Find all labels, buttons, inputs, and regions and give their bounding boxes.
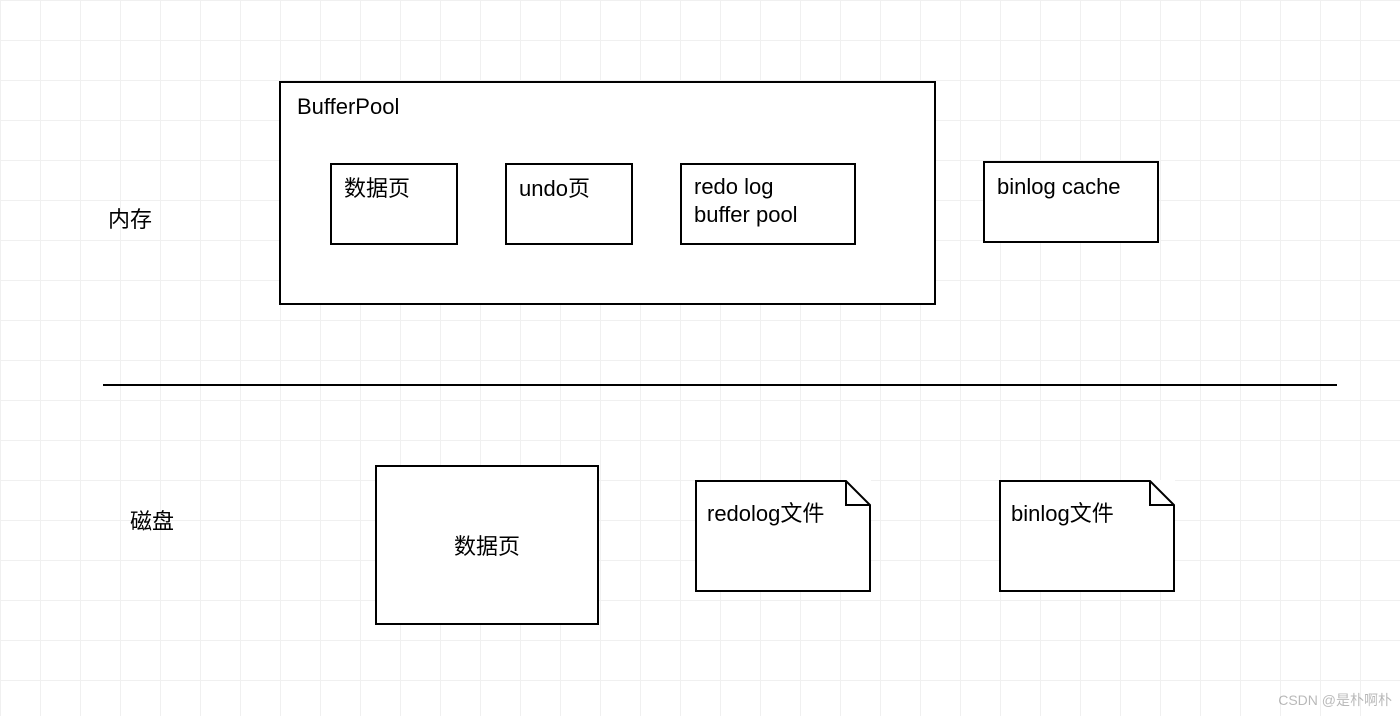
binlog-cache-box: binlog cache — [983, 161, 1159, 243]
disk-label: 磁盘 — [130, 504, 174, 536]
undo-page-label: undo页 — [519, 176, 590, 201]
redo-buffer-box: redo log buffer pool — [680, 163, 856, 245]
undo-page-box: undo页 — [505, 163, 633, 245]
binlog-file-label: binlog文件 — [1011, 496, 1114, 528]
data-page-box-disk: 数据页 — [375, 465, 599, 625]
redo-buffer-line1: redo log — [694, 173, 842, 201]
data-page-box-memory: 数据页 — [330, 163, 458, 245]
separator-line — [103, 384, 1337, 386]
bufferpool-title: BufferPool — [297, 93, 399, 121]
redo-buffer-line2: buffer pool — [694, 201, 842, 229]
redolog-file-label: redolog文件 — [707, 496, 824, 528]
data-page-label-disk: 数据页 — [454, 529, 520, 561]
bufferpool-box: BufferPool 数据页 undo页 redo log buffer poo… — [279, 81, 936, 305]
memory-label: 内存 — [108, 202, 152, 234]
redolog-file-note: redolog文件 — [695, 480, 871, 592]
binlog-file-note: binlog文件 — [999, 480, 1175, 592]
watermark: CSDN @是朴啊朴 — [1278, 690, 1392, 710]
binlog-cache-label: binlog cache — [997, 174, 1121, 199]
data-page-label-memory: 数据页 — [344, 176, 410, 201]
